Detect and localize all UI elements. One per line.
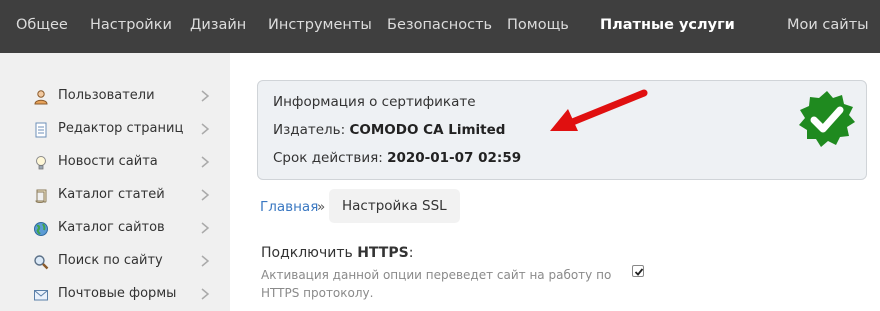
certificate-title: Информация о сертификате	[273, 94, 476, 110]
sidebar-item-article-catalog[interactable]: Каталог статей	[33, 185, 213, 209]
page-icon	[35, 122, 47, 138]
https-setting-title: Подключить HTTPS:	[261, 245, 413, 261]
https-checkbox[interactable]	[632, 265, 644, 277]
user-icon	[34, 90, 48, 105]
expiry-label: Срок действия:	[273, 150, 388, 166]
nav-design[interactable]: Дизайн	[190, 0, 246, 53]
sidebar-item-site-news[interactable]: Новости сайта	[33, 152, 213, 176]
sidebar-item-page-editor[interactable]: Редактор страниц	[33, 119, 213, 143]
setting-title-suffix: :	[408, 245, 414, 261]
certificate-info-panel: Информация о сертификате Издатель: COMOD…	[257, 80, 867, 180]
top-navigation: Общее Настройки Дизайн Инструменты Безоп…	[0, 0, 880, 53]
nav-general[interactable]: Общее	[16, 0, 68, 53]
sidebar-item-users[interactable]: Пользователи	[33, 86, 213, 110]
issuer-label: Издатель:	[273, 122, 350, 138]
breadcrumb-current: Настройка SSL	[329, 189, 460, 223]
nav-tools[interactable]: Инструменты	[268, 0, 372, 53]
chevron-right-icon	[201, 123, 210, 135]
sidebar-item-site-search[interactable]: Поиск по сайту	[33, 251, 213, 275]
certificate-issuer: Издатель: COMODO CA Limited	[273, 122, 505, 138]
certificate-expiry: Срок действия: 2020-01-07 02:59	[273, 150, 521, 166]
chevron-right-icon	[201, 222, 210, 234]
chevron-right-icon	[201, 189, 210, 201]
sidebar-item-label: Почтовые формы	[58, 286, 177, 301]
nav-my-sites[interactable]: Мои сайты	[787, 0, 869, 53]
setting-title-bold: HTTPS	[357, 245, 409, 261]
verified-badge-icon	[799, 91, 855, 147]
sidebar-item-site-catalog[interactable]: Каталог сайтов	[33, 218, 213, 242]
chevron-right-icon	[201, 255, 210, 267]
https-setting-description: Активация данной опции переведет сайт на…	[261, 268, 612, 300]
sidebar-item-mail-forms[interactable]: Почтовые формы	[33, 284, 213, 308]
sidebar-item-label: Новости сайта	[58, 154, 158, 169]
breadcrumb-separator: »	[317, 199, 326, 215]
sidebar-item-label: Пользователи	[58, 88, 155, 103]
sidebar-item-label: Редактор страниц	[58, 121, 184, 136]
chevron-right-icon	[201, 90, 210, 102]
sidebar: Пользователи Редактор страниц Новости са…	[0, 53, 230, 311]
sidebar-item-label: Каталог статей	[58, 187, 165, 202]
nav-help[interactable]: Помощь	[507, 0, 569, 53]
red-arrow-icon	[550, 89, 648, 131]
nav-security[interactable]: Безопасность	[387, 0, 492, 53]
magnifier-icon	[34, 255, 49, 270]
expiry-value: 2020-01-07 02:59	[387, 150, 522, 166]
scroll-icon	[35, 189, 47, 203]
envelope-icon	[34, 290, 48, 301]
main-content: Информация о сертификате Издатель: COMOD…	[230, 53, 880, 311]
chevron-right-icon	[201, 156, 210, 168]
nav-settings[interactable]: Настройки	[90, 0, 172, 53]
nav-paid-services[interactable]: Платные услуги	[600, 0, 735, 53]
check-icon	[634, 268, 644, 276]
sidebar-item-label: Каталог сайтов	[58, 220, 165, 235]
globe-icon	[34, 222, 48, 236]
lightbulb-icon	[36, 156, 46, 170]
breadcrumb-home-link[interactable]: Главная	[260, 199, 318, 215]
sidebar-item-label: Поиск по сайту	[58, 253, 163, 268]
chevron-right-icon	[201, 288, 210, 300]
issuer-value: COMODO CA Limited	[349, 122, 506, 138]
setting-title-prefix: Подключить	[261, 245, 358, 261]
